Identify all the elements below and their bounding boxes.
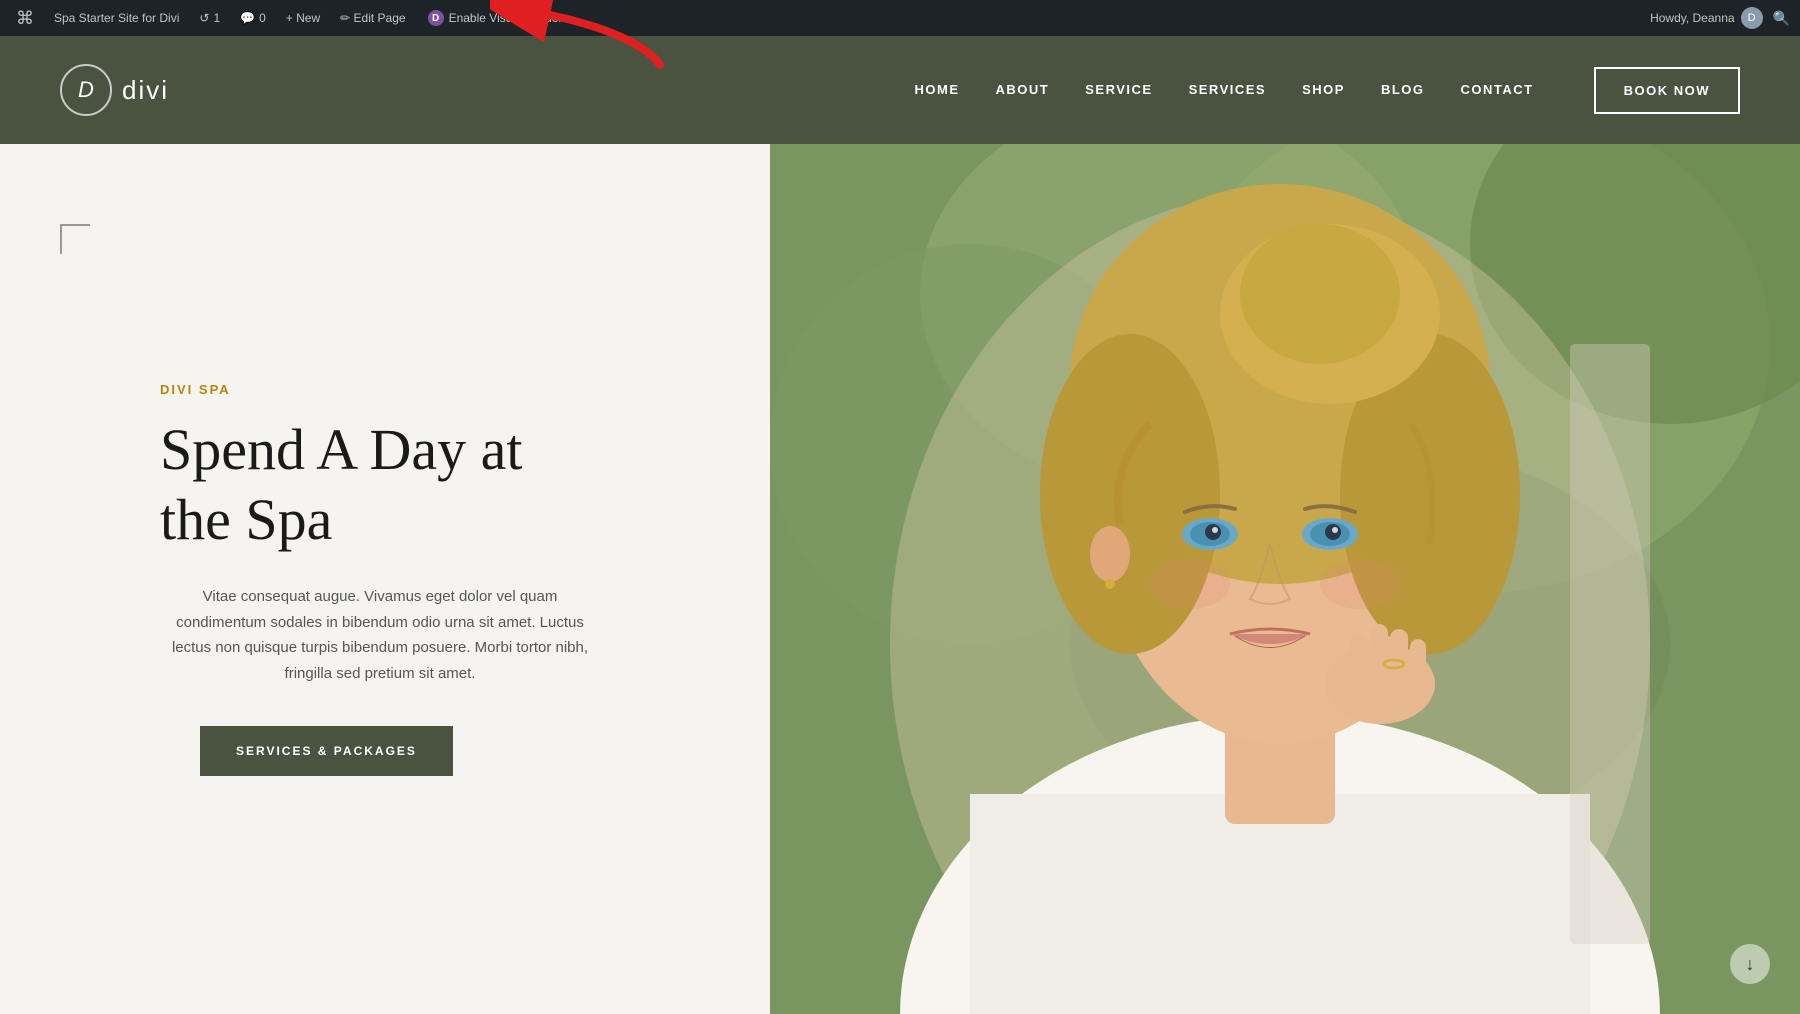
- corner-bracket-decoration: [60, 224, 90, 254]
- comments-count: 0: [259, 11, 266, 25]
- comments-item[interactable]: 💬 0: [234, 0, 272, 36]
- site-name-label: Spa Starter Site for Divi: [54, 11, 179, 25]
- hero-cta-button[interactable]: SERVICES & PACKAGES: [200, 726, 453, 776]
- enable-visual-builder-button[interactable]: D Enable Visual Builder: [420, 0, 571, 36]
- admin-bar: ⌘ Spa Starter Site for Divi ↺ 1 💬 0 + Ne…: [0, 0, 1800, 36]
- wp-logo-icon[interactable]: ⌘: [10, 0, 40, 36]
- revisions-item[interactable]: ↺ 1: [193, 0, 226, 36]
- logo[interactable]: D divi: [60, 64, 169, 116]
- nav-item-services[interactable]: SERVICES: [1189, 81, 1267, 99]
- search-icon[interactable]: 🔍: [1773, 10, 1790, 27]
- hero-right-image: ↓: [770, 144, 1800, 1014]
- edit-page-label: ✏ Edit Page: [340, 11, 405, 25]
- nav-link-about[interactable]: ABOUT: [996, 82, 1050, 97]
- hero-eyebrow: DIVI SPA: [160, 382, 690, 397]
- nav-link-service[interactable]: SERVICE: [1085, 82, 1152, 97]
- new-label: + New: [286, 11, 320, 25]
- nav-item-service[interactable]: SERVICE: [1085, 81, 1152, 99]
- nav-item-shop[interactable]: SHOP: [1302, 81, 1345, 99]
- logo-text: divi: [122, 75, 169, 106]
- enable-visual-label: Enable Visual Builder: [449, 11, 563, 25]
- edit-page-item[interactable]: ✏ Edit Page: [334, 0, 411, 36]
- nav-link-shop[interactable]: SHOP: [1302, 82, 1345, 97]
- nav-item-home[interactable]: HOME: [915, 81, 960, 99]
- hero-title: Spend A Day at the Spa: [160, 415, 580, 554]
- greeting-text: Howdy, Deanna: [1650, 11, 1735, 25]
- nav-item-about[interactable]: ABOUT: [996, 81, 1050, 99]
- nav-link-services[interactable]: SERVICES: [1189, 82, 1267, 97]
- divi-icon: D: [428, 10, 444, 26]
- logo-circle-icon: D: [60, 64, 112, 116]
- site-nav: D divi HOME ABOUT SERVICE SERVICES SHOP …: [0, 36, 1800, 144]
- book-now-button[interactable]: BOOK NOW: [1594, 67, 1740, 114]
- nav-link-contact[interactable]: CONTACT: [1461, 82, 1534, 97]
- revision-icon: ↺: [199, 11, 209, 25]
- nav-links: HOME ABOUT SERVICE SERVICES SHOP BLOG CO…: [915, 81, 1534, 99]
- nav-item-contact[interactable]: CONTACT: [1461, 81, 1534, 99]
- portrait-image: [770, 144, 1800, 1014]
- admin-bar-right: Howdy, Deanna D 🔍: [1650, 7, 1790, 29]
- hero-left-panel: DIVI SPA Spend A Day at the Spa Vitae co…: [0, 144, 770, 1014]
- scroll-down-icon: ↓: [1746, 954, 1755, 975]
- site-name-item[interactable]: Spa Starter Site for Divi: [48, 0, 185, 36]
- user-avatar[interactable]: D: [1741, 7, 1763, 29]
- nav-link-blog[interactable]: BLOG: [1381, 82, 1425, 97]
- new-item[interactable]: + New: [280, 0, 326, 36]
- nav-item-blog[interactable]: BLOG: [1381, 81, 1425, 99]
- revision-count: 1: [213, 11, 220, 25]
- nav-link-home[interactable]: HOME: [915, 82, 960, 97]
- hero-description: Vitae consequat augue. Vivamus eget dolo…: [160, 584, 600, 686]
- hero-section: DIVI SPA Spend A Day at the Spa Vitae co…: [0, 144, 1800, 1014]
- comments-icon: 💬: [240, 11, 255, 25]
- scroll-indicator-button[interactable]: ↓: [1730, 944, 1770, 984]
